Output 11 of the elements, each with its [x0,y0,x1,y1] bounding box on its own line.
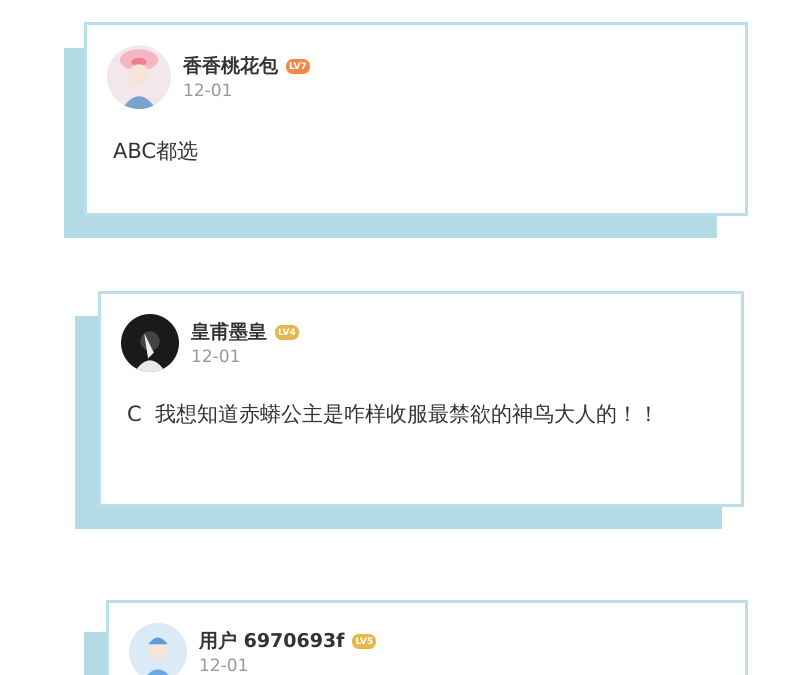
user-name[interactable]: 香香桃花包 [183,53,278,79]
level-badge: LV4 [275,324,299,340]
comment-date: 12-01 [183,81,234,101]
level-badge: LV5 [352,634,376,648]
user-name[interactable]: 皇甫墨皇 [191,319,267,345]
level-badge: LV7 [286,58,310,74]
user-name[interactable]: 用户 6970693f [199,628,344,654]
comment-text: C 我想知道赤蟒公主是咋样收服最禁欲的神鸟大人的！！ [126,401,660,428]
comment-text: ABC都选 [112,138,200,165]
comment-date: 12-01 [199,656,250,675]
comment-date: 12-01 [191,347,242,367]
